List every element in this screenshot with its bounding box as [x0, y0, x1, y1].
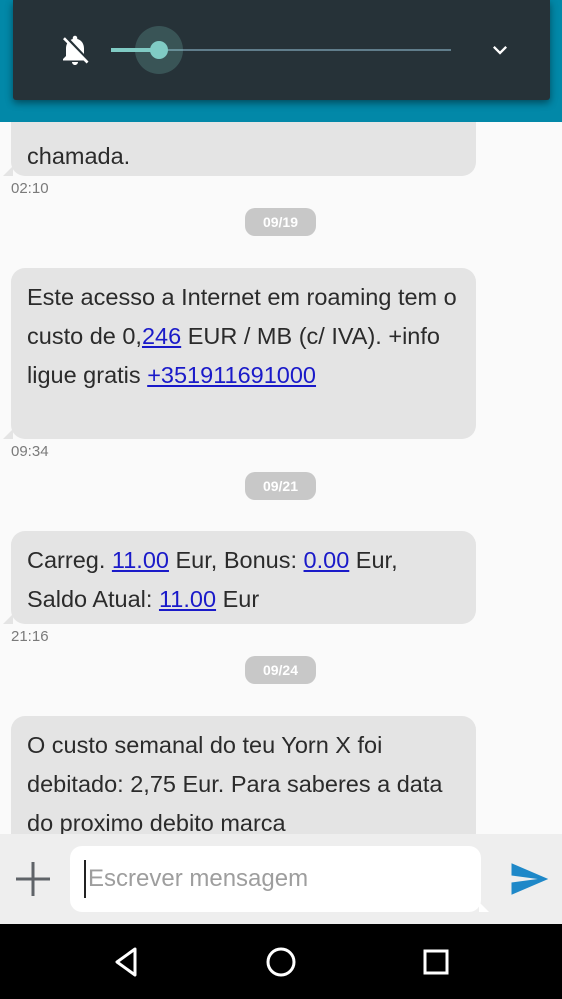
message-bubble[interactable]: Este acesso a Internet em roaming tem o … [3, 268, 476, 439]
back-icon[interactable] [108, 944, 144, 980]
message-time: 21:16 [11, 628, 49, 645]
notifications-off-icon[interactable] [57, 32, 93, 68]
message-link[interactable]: 246 [142, 323, 181, 349]
message-time: 02:10 [11, 180, 49, 197]
message-text-segment: O custo semanal do teu Yorn X foi debita… [27, 732, 443, 834]
message-text: O custo semanal do teu Yorn X foi debita… [27, 732, 442, 834]
message-bubble[interactable]: chamada. [3, 122, 476, 176]
message-text: chamada. [27, 143, 130, 169]
message-link[interactable]: +351911691000 [147, 362, 316, 388]
compose-bar [0, 834, 562, 924]
message-input[interactable] [84, 860, 464, 898]
message-bubble[interactable]: O custo semanal do teu Yorn X foi debita… [11, 716, 476, 834]
message-text-segment: Eur [216, 586, 260, 612]
chevron-down-icon[interactable] [486, 36, 514, 64]
message-link[interactable]: 11.00 [112, 547, 169, 573]
volume-slider[interactable] [111, 26, 451, 74]
message-link[interactable]: 0.00 [304, 547, 350, 573]
home-icon[interactable] [263, 944, 299, 980]
navigation-bar [0, 924, 562, 999]
message-text-segment: Carreg. [27, 547, 112, 573]
message-text: Este acesso a Internet em roaming tem o … [27, 284, 457, 388]
add-icon[interactable] [12, 858, 54, 900]
message-bubble[interactable]: Carreg. 11.00 Eur, Bonus: 0.00 Eur, Sald… [3, 531, 476, 624]
message-time: 09:34 [11, 443, 49, 460]
message-text-segment: chamada. [27, 143, 131, 169]
send-icon[interactable] [508, 858, 550, 900]
recent-apps-icon[interactable] [418, 944, 454, 980]
date-separator: 09/21 [245, 472, 316, 500]
volume-panel [13, 0, 550, 100]
message-text-segment: Eur, Bonus: [168, 547, 304, 573]
message-text: Carreg. 11.00 Eur, Bonus: 0.00 Eur, Sald… [27, 547, 398, 612]
message-list[interactable]: chamada. 02:10 09/19 Este acesso a Inter… [0, 122, 562, 834]
volume-slider-thumb[interactable] [149, 41, 168, 59]
message-input-container[interactable] [70, 846, 489, 912]
date-separator: 09/24 [245, 656, 316, 684]
message-link[interactable]: 11.00 [159, 586, 216, 612]
date-separator: 09/19 [245, 208, 316, 236]
